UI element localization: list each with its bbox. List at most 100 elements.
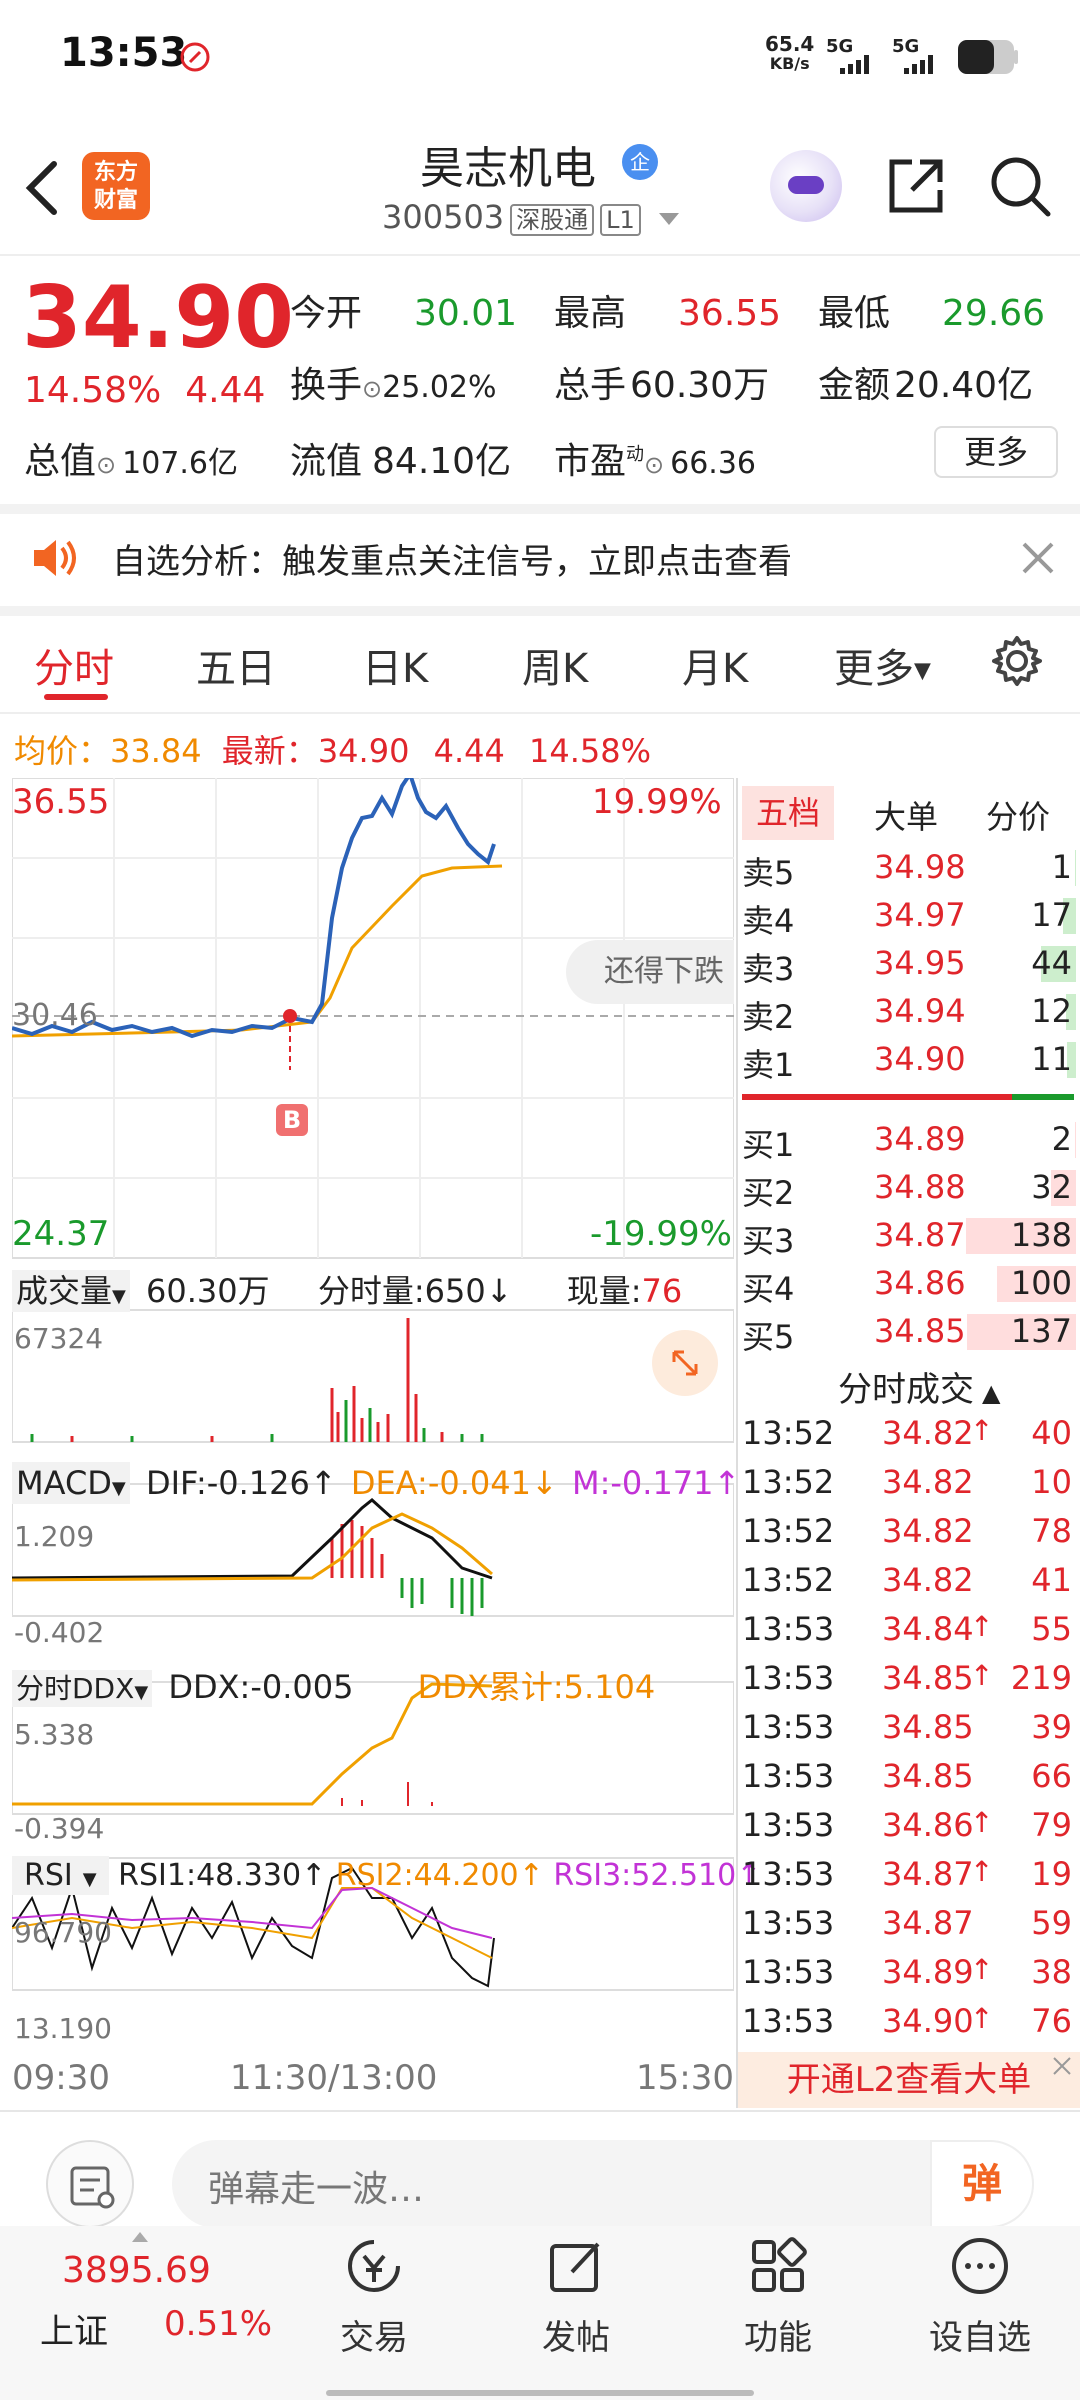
volume-dropdown[interactable]: 成交量▼ — [12, 1270, 130, 1312]
tick-row[interactable]: 13:53 34.85 ↑ 219 — [742, 1659, 1076, 1705]
tab-indicator — [44, 694, 108, 700]
sell-level-4[interactable]: 卖4 34.97 17 — [742, 894, 1076, 940]
tick-row[interactable]: 13:53 34.89 ↑ 38 — [742, 1953, 1076, 1999]
side-tab-5level[interactable]: 五档 — [742, 786, 834, 840]
buy-level-4[interactable]: 买4 34.86 100 — [742, 1262, 1076, 1308]
tick-time: 13:52 — [742, 1561, 835, 1599]
back-icon[interactable] — [22, 160, 62, 216]
trade-icon[interactable] — [344, 2236, 404, 2296]
tick-time: 13:53 — [742, 1953, 835, 1991]
level-label: 买3 — [742, 1222, 795, 1260]
expand-icon[interactable] — [652, 1330, 718, 1396]
tick-row[interactable]: 13:53 34.87 ↑ 19 — [742, 1855, 1076, 1901]
side-tab-price[interactable]: 分价 — [986, 792, 1050, 838]
rsi-dropdown[interactable]: RSI ▼ — [12, 1856, 109, 1895]
turnover-row: 换手⊙25.02% — [290, 365, 497, 406]
tick-row[interactable]: 13:52 34.82 10 — [742, 1463, 1076, 1509]
sell-level-5[interactable]: 卖5 34.98 1 — [742, 846, 1076, 892]
uptick-arrow-icon: ↑ — [970, 2002, 994, 2035]
ddx-dropdown[interactable]: 分时DDX▼ — [12, 1670, 153, 1707]
buy-marker[interactable]: B — [276, 1104, 308, 1136]
banner-close-icon[interactable] — [1050, 2054, 1074, 2078]
buy-level-2[interactable]: 买2 34.88 32 — [742, 1166, 1076, 1212]
tick-price: 34.82 — [882, 1463, 974, 1501]
level-price: 34.97 — [874, 896, 966, 934]
buy-level-1[interactable]: 买1 34.89 2 — [742, 1118, 1076, 1164]
tick-row[interactable]: 13:53 34.85 66 — [742, 1757, 1076, 1803]
tab-monthly-k[interactable]: 月K — [682, 636, 748, 694]
side-tab-bigorder[interactable]: 大单 — [874, 792, 938, 838]
volume-header: 成交量▼ 60.30万 分时量:650↓ 现量:76 — [12, 1266, 682, 1312]
functions-icon[interactable] — [748, 2236, 808, 2296]
tick-row[interactable]: 13:52 34.82 41 — [742, 1561, 1076, 1607]
tick-row[interactable]: 13:53 34.87 59 — [742, 1904, 1076, 1950]
level-label: 买5 — [742, 1318, 795, 1356]
tick-row[interactable]: 13:53 34.86 ↑ 79 — [742, 1806, 1076, 1852]
level-price: 34.95 — [874, 944, 966, 982]
uptick-arrow-icon: ↑ — [970, 1610, 994, 1643]
tick-row[interactable]: 13:53 34.85 39 — [742, 1708, 1076, 1754]
signal-bars-icon-2 — [904, 55, 933, 74]
nav-add-watchlist[interactable]: 设自选 — [920, 2310, 1040, 2359]
toast-bubble[interactable]: 还得下跌 — [566, 940, 734, 1004]
share-icon[interactable] — [884, 154, 948, 218]
close-icon[interactable] — [1018, 538, 1058, 578]
tab-intraday[interactable]: 分时 — [34, 636, 114, 694]
tick-price: 34.84 — [882, 1610, 974, 1648]
tick-volume: 219 — [1010, 1659, 1072, 1697]
macd-header: MACD▼ DIF:-0.126↑ DEA:-0.041↓ M:-0.171↑ — [12, 1462, 740, 1504]
tick-row[interactable]: 13:53 34.84 ↑ 55 — [742, 1610, 1076, 1656]
ticks-title[interactable]: 分时成交 ▲ — [838, 1362, 1000, 1411]
tab-5day[interactable]: 五日 — [196, 636, 276, 694]
sell-level-2[interactable]: 卖2 34.94 12 — [742, 990, 1076, 1036]
notice-text[interactable]: 自选分析：触发重点关注信号，立即点击查看 — [112, 534, 792, 583]
buy-level-3[interactable]: 买3 34.87 138 — [742, 1214, 1076, 1260]
open-row: 今开 30.01 — [290, 293, 518, 334]
search-icon[interactable] — [988, 154, 1052, 218]
uptick-arrow-icon: ↑ — [970, 1953, 994, 1986]
current-price: 34.90 — [22, 268, 295, 368]
tick-price: 34.82 — [882, 1512, 974, 1550]
chart-ref: 30.46 — [12, 998, 98, 1033]
tab-daily-k[interactable]: 日K — [362, 636, 428, 694]
tick-row[interactable]: 13:52 34.82 78 — [742, 1512, 1076, 1558]
l2-banner[interactable]: 开通L2查看大单 — [738, 2052, 1080, 2108]
tab-weekly-k[interactable]: 周K — [522, 636, 588, 694]
add-watchlist-icon[interactable] — [950, 2236, 1010, 2296]
nav-trade[interactable]: 交易 — [334, 2310, 414, 2359]
settings-gear-icon[interactable] — [990, 634, 1044, 688]
macd-bottom: -0.402 — [14, 1616, 105, 1649]
macd-dropdown[interactable]: MACD▼ — [12, 1462, 130, 1504]
signal-bars-icon — [840, 55, 869, 74]
tab-more[interactable]: 更多▼ — [834, 636, 931, 694]
tick-price: 34.82 — [882, 1561, 974, 1599]
tick-volume: 10 — [1031, 1463, 1072, 1501]
nav-post[interactable]: 发帖 — [536, 2310, 616, 2359]
more-button[interactable]: 更多 — [934, 426, 1058, 478]
post-icon[interactable] — [546, 2236, 606, 2296]
time-start: 09:30 — [12, 2058, 110, 2098]
tick-time: 13:52 — [742, 1463, 835, 1501]
sell-level-3[interactable]: 卖3 34.95 44 — [742, 942, 1076, 988]
tick-row[interactable]: 13:52 34.82 ↑ 40 — [742, 1414, 1076, 1460]
tick-price: 34.85 — [882, 1708, 974, 1746]
tick-row[interactable]: 13:53 34.90 ↑ 76 — [742, 2002, 1076, 2048]
tick-time: 13:53 — [742, 1855, 835, 1893]
buy-level-5[interactable]: 买5 34.85 137 — [742, 1310, 1076, 1356]
nav-functions[interactable]: 功能 — [738, 2310, 818, 2359]
stock-code-row[interactable]: 300503 深股通 L1 — [382, 198, 679, 236]
low-row: 最低 29.66 — [818, 293, 1046, 334]
chart-pmin: -19.99% — [590, 1214, 732, 1254]
level-label: 卖1 — [742, 1046, 795, 1084]
ai-assistant-avatar[interactable] — [770, 150, 842, 222]
danmaku-settings-icon[interactable] — [46, 2140, 134, 2228]
uptick-arrow-icon: ↑ — [970, 1855, 994, 1888]
sell-level-1[interactable]: 卖1 34.90 11 — [742, 1038, 1076, 1084]
comment-input[interactable]: 弹幕走一波… — [172, 2140, 1034, 2228]
rsi-bottom: 13.190 — [14, 2012, 112, 2045]
tick-price: 34.90 — [882, 2002, 974, 2040]
danmaku-toggle-button[interactable]: 弹 — [930, 2140, 1034, 2228]
tick-price: 34.85 — [882, 1659, 974, 1697]
index-value[interactable]: 3895.69 — [62, 2250, 211, 2291]
macd-histogram — [330, 1520, 484, 1616]
